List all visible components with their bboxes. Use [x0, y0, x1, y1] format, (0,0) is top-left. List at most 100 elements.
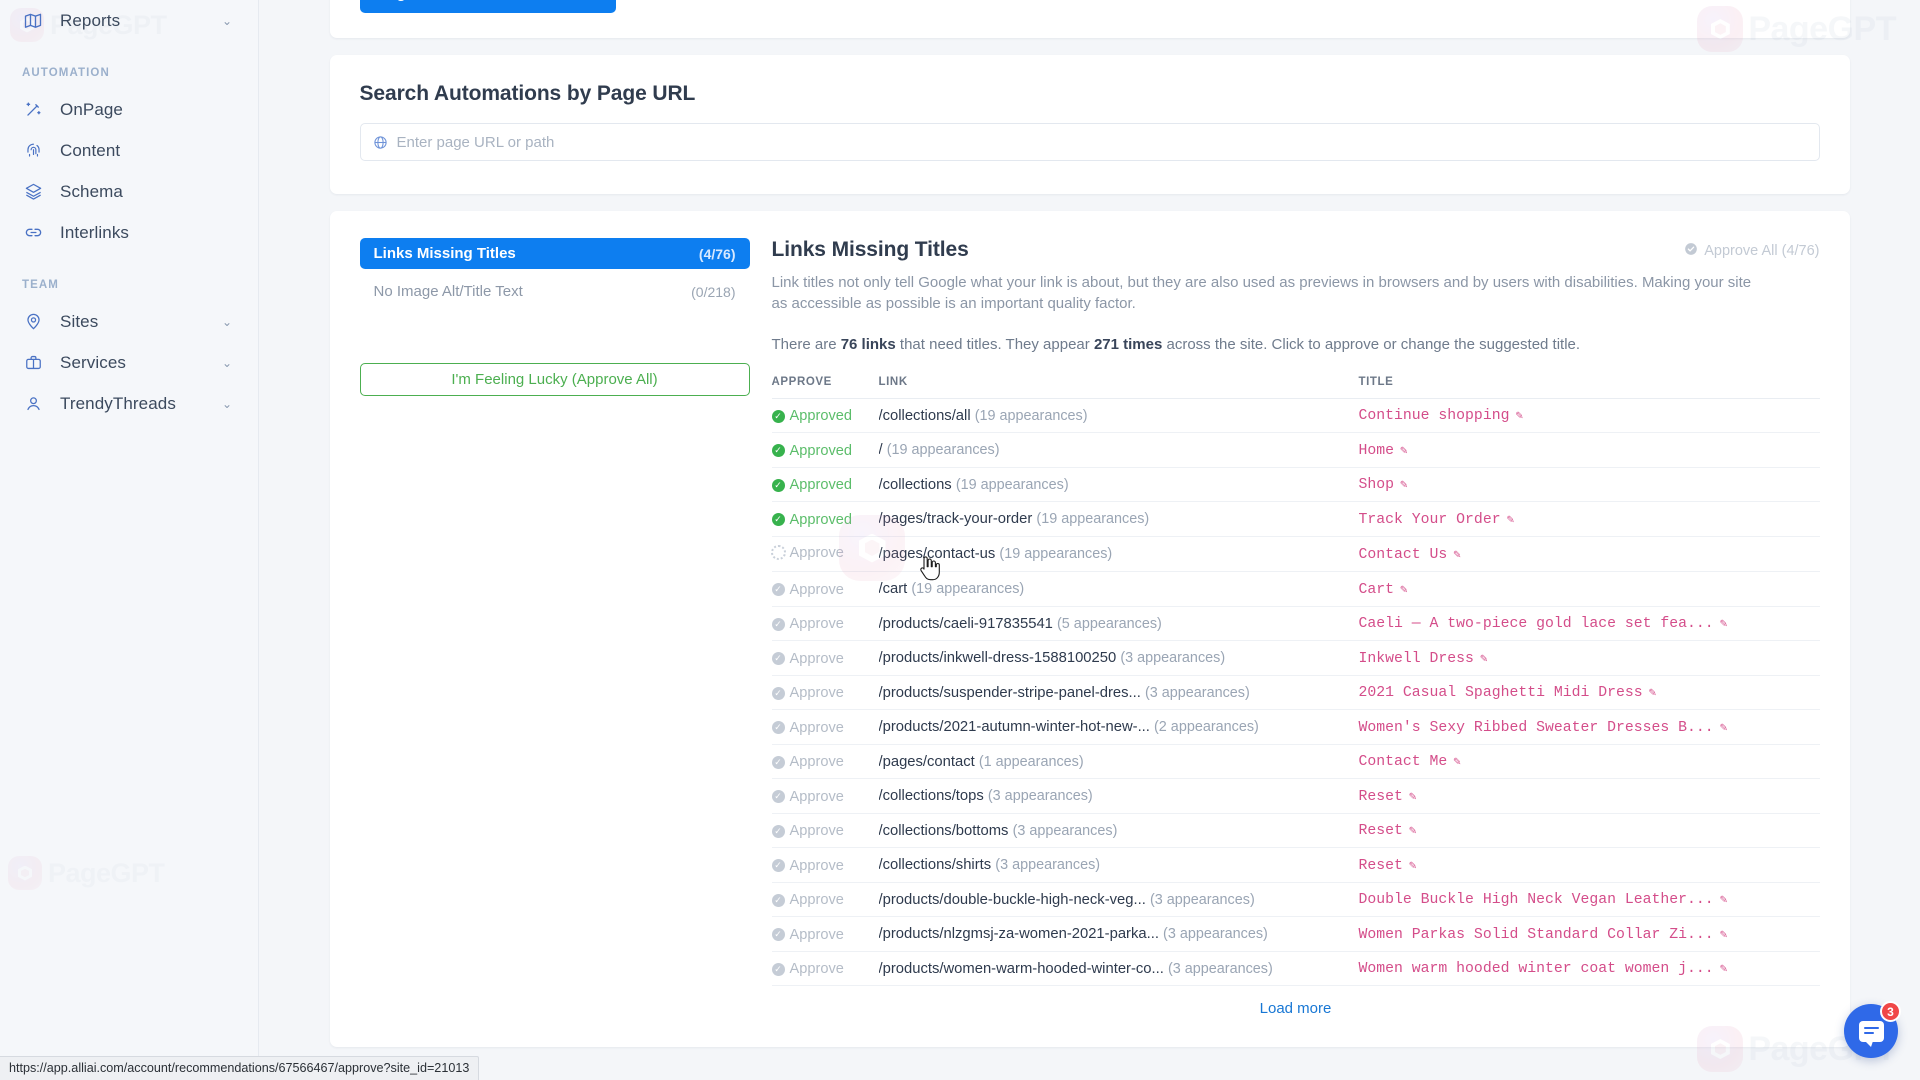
feeling-lucky-approve-all-button[interactable]: I'm Feeling Lucky (Approve All): [359, 363, 750, 396]
title-cell[interactable]: Inkwell Dress ✎: [1358, 640, 1820, 676]
detail-description: Link titles not only tell Google what yo…: [771, 274, 1752, 313]
edit-pencil-icon[interactable]: ✎: [1409, 859, 1417, 873]
approved-status: ✓ Approved: [771, 443, 852, 459]
edit-pencil-icon[interactable]: ✎: [1507, 513, 1515, 527]
edit-pencil-icon[interactable]: ✎: [1453, 755, 1461, 769]
sidebar-item-onpage[interactable]: OnPage: [0, 89, 258, 130]
approve-button[interactable]: ✓ Approve: [771, 892, 844, 908]
link-path: /products/caeli-917835541: [878, 615, 1058, 632]
chat-launcher-button[interactable]: 3: [1844, 1001, 1901, 1058]
link-path: /collections: [878, 476, 956, 493]
approve-cell: ✓ Approve: [771, 744, 879, 780]
appearances-count: (19 appearances): [911, 581, 1025, 598]
title-cell[interactable]: Contact Us ✎: [1358, 536, 1820, 573]
edit-pencil-icon[interactable]: ✎: [1409, 824, 1417, 838]
title-cell[interactable]: Home ✎: [1358, 432, 1820, 468]
sidebar-item-label: Reports: [60, 10, 121, 30]
approve-label: Approve: [789, 926, 844, 943]
type-count: (0/218): [691, 283, 736, 300]
sidebar-item-reports[interactable]: Reports ⌄: [0, 0, 258, 41]
edit-pencil-icon[interactable]: ✎: [1720, 617, 1728, 631]
link-cell: /products/nlzgmsj-za-women-2021-parka...…: [878, 916, 1359, 952]
title-cell[interactable]: Women Parkas Solid Standard Collar Zi...…: [1358, 916, 1820, 952]
sidebar-item-schema[interactable]: Schema: [0, 171, 258, 212]
check-circle-icon: ✓: [771, 409, 785, 423]
approve-button[interactable]: ✓ Approve: [771, 754, 844, 770]
approve-cell: ✓ Approved: [771, 467, 879, 503]
title-cell[interactable]: 2021 Casual Spaghetti Midi Dress ✎: [1358, 675, 1820, 711]
suggested-title: Caeli — A two-piece gold lace set fea...: [1358, 616, 1714, 633]
regenerate-recommendations-button[interactable]: Regenerate Recommendations: [359, 0, 616, 13]
approve-label: Approve: [789, 719, 844, 736]
suggested-title: Cart: [1358, 581, 1395, 598]
approve-cell: ✓ Approve: [771, 606, 879, 642]
appearances-count: (5 appearances): [1057, 615, 1162, 632]
sidebar-item-trendythreads[interactable]: TrendyThreads ⌄: [0, 383, 258, 424]
approve-button[interactable]: Approve: [770, 544, 844, 561]
title-cell[interactable]: Continue shopping ✎: [1358, 398, 1820, 434]
title-cell[interactable]: Reset ✎: [1358, 778, 1820, 814]
sidebar-item-services[interactable]: Services ⌄: [0, 342, 258, 383]
link-path: /products/2021-autumn-winter-hot-new-...: [878, 719, 1155, 736]
edit-pencil-icon[interactable]: ✎: [1720, 721, 1728, 735]
detail-header: Links Missing Titles Approve All (4/76): [772, 238, 1820, 262]
title-cell[interactable]: Reset ✎: [1358, 813, 1820, 849]
type-links-missing-titles[interactable]: Links Missing Titles (4/76): [359, 238, 750, 269]
title-cell[interactable]: Contact Me ✎: [1358, 744, 1820, 780]
edit-pencil-icon[interactable]: ✎: [1400, 444, 1408, 458]
approve-label: Approve: [789, 544, 844, 561]
load-more-button[interactable]: Load more: [772, 1000, 1820, 1017]
approve-all-button[interactable]: Approve All (4/76): [1684, 242, 1820, 260]
approve-button[interactable]: ✓ Approve: [771, 961, 844, 977]
link-path: /collections/bottoms: [878, 822, 1013, 839]
edit-pencil-icon[interactable]: ✎: [1720, 962, 1728, 976]
table-row: ✓ Approve/products/caeli-917835541 (5 app…: [771, 606, 1820, 642]
search-input-wrapper[interactable]: [359, 123, 1820, 161]
approve-label: Approve: [789, 685, 844, 702]
check-circle-icon: [1684, 242, 1698, 260]
title-cell[interactable]: Track Your Order ✎: [1358, 501, 1820, 537]
check-circle-icon: ✓: [771, 686, 785, 700]
link-cell: /products/2021-autumn-winter-hot-new-...…: [878, 709, 1359, 745]
edit-pencil-icon[interactable]: ✎: [1409, 790, 1417, 804]
sidebar-item-interlinks[interactable]: Interlinks: [0, 212, 258, 253]
title-cell[interactable]: Women warm hooded winter coat women j...…: [1358, 951, 1820, 987]
edit-pencil-icon[interactable]: ✎: [1453, 548, 1461, 562]
approve-button[interactable]: ✓ Approve: [771, 582, 844, 598]
sidebar-section-automation: AUTOMATION: [22, 67, 110, 79]
approve-button[interactable]: ✓ Approve: [771, 719, 844, 736]
search-input[interactable]: [396, 133, 1807, 151]
title-cell[interactable]: Double Buckle High Neck Vegan Leather...…: [1358, 882, 1820, 918]
approve-button[interactable]: ✓ Approve: [771, 616, 844, 632]
suggested-title: Women Parkas Solid Standard Collar Zi...: [1358, 926, 1714, 943]
edit-pencil-icon[interactable]: ✎: [1400, 478, 1408, 492]
approve-button[interactable]: ✓ Approve: [771, 651, 844, 667]
title-cell[interactable]: Reset ✎: [1358, 847, 1820, 883]
approve-button[interactable]: ✓ Approve: [771, 858, 844, 874]
title-cell[interactable]: Women's Sexy Ribbed Sweater Dresses B...…: [1358, 709, 1820, 745]
edit-pencil-icon[interactable]: ✎: [1515, 409, 1523, 423]
sidebar-item-sites[interactable]: Sites ⌄: [0, 301, 258, 342]
title-cell[interactable]: Cart ✎: [1358, 571, 1820, 607]
edit-pencil-icon[interactable]: ✎: [1720, 893, 1728, 907]
appearances-count: (1 appearances): [978, 753, 1084, 770]
title-cell[interactable]: Shop ✎: [1358, 467, 1820, 503]
table-row: ✓ Approved/pages/track-your-order (19 app…: [771, 501, 1820, 537]
sidebar-item-content[interactable]: Content: [0, 130, 258, 171]
edit-pencil-icon[interactable]: ✎: [1720, 928, 1728, 942]
edit-pencil-icon[interactable]: ✎: [1400, 583, 1408, 597]
edit-pencil-icon[interactable]: ✎: [1480, 652, 1488, 666]
title-cell[interactable]: Caeli — A two-piece gold lace set fea...…: [1358, 606, 1820, 642]
check-circle-icon: ✓: [771, 478, 785, 492]
edit-pencil-icon[interactable]: ✎: [1649, 686, 1657, 700]
approve-button[interactable]: ✓ Approve: [771, 926, 844, 943]
appearances-count: (3 appearances): [1167, 960, 1273, 977]
link-path: /products/nlzgmsj-za-women-2021-parka...: [878, 926, 1164, 943]
recommendations-table: APPROVE LINK TITLE ✓ Approved/collections…: [770, 375, 1820, 987]
type-no-image-alt-title-text[interactable]: No Image Alt/Title Text (0/218): [360, 276, 750, 307]
approve-button[interactable]: ✓ Approve: [771, 823, 844, 839]
approve-button[interactable]: ✓ Approve: [771, 685, 844, 702]
status-bar-url: https://app.alliai.com/account/recommend…: [0, 1056, 480, 1080]
approve-button[interactable]: ✓ Approve: [771, 789, 844, 805]
link-cell: /cart (19 appearances): [878, 571, 1359, 607]
